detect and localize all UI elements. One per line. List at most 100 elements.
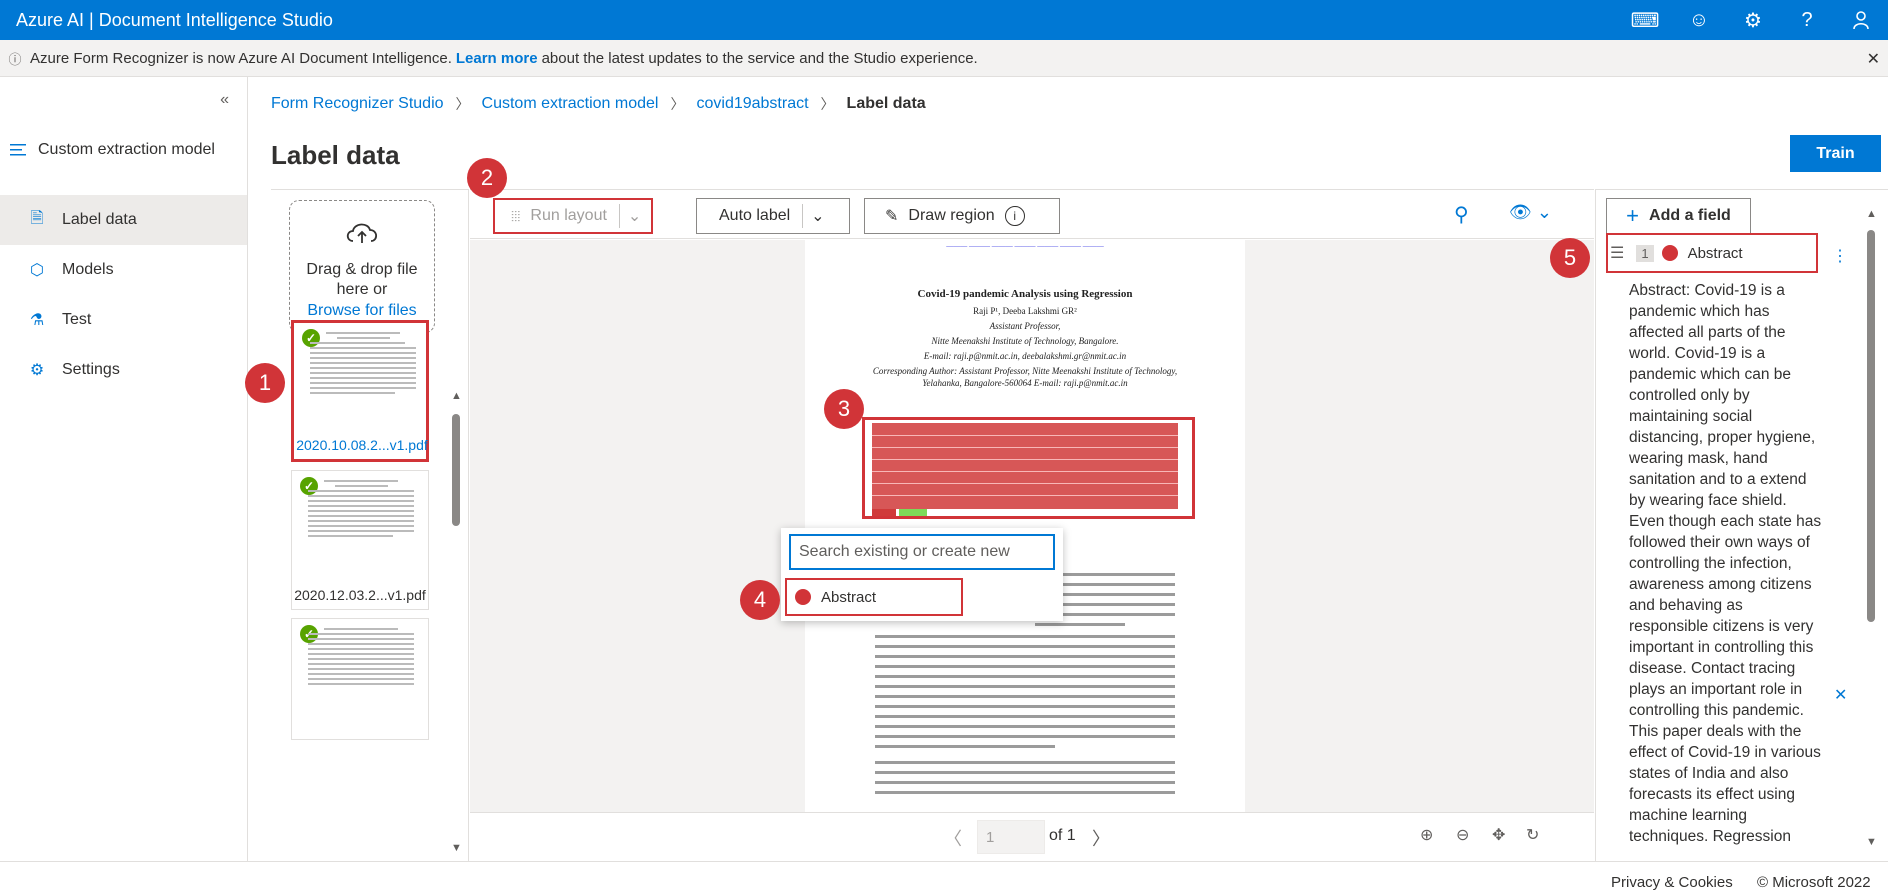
train-button[interactable]: Train <box>1790 135 1881 172</box>
field-color-dot[interactable] <box>1661 245 1678 261</box>
add-field-button[interactable]: + Add a field <box>1606 198 1751 234</box>
banner-text: Azure Form Recognizer is now Azure AI Do… <box>30 49 452 67</box>
page-title: Label data <box>271 140 400 170</box>
draw-region-label: Draw region <box>908 207 995 224</box>
callout-badge: 1 <box>245 363 285 403</box>
nav-item-label: Test <box>62 311 92 328</box>
auto-label-label: Auto label <box>719 207 791 224</box>
field-row-abstract[interactable]: ☰ 1 Abstract <box>1606 233 1818 273</box>
scroll-up-icon[interactable]: ▲ <box>1866 208 1877 220</box>
field-value-text: Abstract: Covid-19 is a pandemic which h… <box>1629 282 1822 845</box>
nav-item-label-data[interactable]: 🗎 Label data <box>0 195 247 245</box>
file-thumbnail[interactable]: ✓ <box>291 618 429 740</box>
file-name: 2020.10.08.2...v1.pdf <box>296 437 428 453</box>
breadcrumb-current: Label data <box>846 95 926 112</box>
file-name: 2020.12.03.2...v1.pdf <box>294 587 426 603</box>
scrollbar-thumb[interactable] <box>452 414 460 526</box>
breadcrumb-model[interactable]: Custom extraction model <box>482 95 659 113</box>
close-icon[interactable]: ✕ <box>1867 49 1880 69</box>
plus-icon: + <box>1626 203 1640 228</box>
banner-text-after: about the latest updates to the service … <box>541 49 978 67</box>
privacy-link[interactable]: Privacy & Cookies <box>1611 874 1733 891</box>
settings-icon[interactable]: ⚙ <box>1726 0 1780 40</box>
left-nav: « Custom extraction model covid19abstrac… <box>0 77 248 861</box>
run-layout-label: Run layout <box>530 207 607 224</box>
chevron-down-icon[interactable]: ⌄ <box>618 204 641 228</box>
flask-icon: ⚗ <box>29 312 45 329</box>
browse-files-link[interactable]: Browse for files <box>290 302 434 320</box>
collapse-nav-icon[interactable]: « <box>220 91 229 109</box>
info-icon: ⓘ <box>8 51 22 67</box>
page-count: of 1 <box>1049 827 1076 844</box>
file-dropzone[interactable]: Drag & drop file here or Browse for file… <box>289 200 435 333</box>
doc-corresponding: Corresponding Author: Assistant Professo… <box>872 366 1178 376</box>
nav-item-settings[interactable]: ⚙ Settings <box>0 345 247 395</box>
doc-title: Covid-19 pandemic Analysis using Regress… <box>917 288 1133 300</box>
label-picker-popup: Abstract <box>781 528 1063 621</box>
document-toolbar: ⦙⦙⦙ Run layout ⌄ Auto label ⌄ ✎ Draw reg… <box>470 189 1594 239</box>
doc-emails: E-mail: raji.p@nmit.ac.in, deebalakshmi.… <box>923 351 1127 361</box>
file-thumbnail[interactable]: ✓ 2020.12.03.2...v1.pdf <box>291 470 429 610</box>
nav-item-label: Label data <box>62 211 137 228</box>
annotation-frame <box>862 417 1195 519</box>
chevron-down-icon[interactable]: ⌄ <box>802 204 825 228</box>
file-thumbnail[interactable]: ✓ 2020.10.08.2...v1.pdf <box>291 320 429 462</box>
scroll-down-icon[interactable]: ▼ <box>451 842 462 854</box>
page-navigator: 〈 1 of 1 〉 ⊕ ⊖ ✥ ↻ <box>470 812 1594 861</box>
help-icon[interactable]: ? <box>1780 0 1834 40</box>
run-layout-button[interactable]: ⦙⦙⦙ Run layout ⌄ <box>493 198 653 234</box>
document-page[interactable]: ——— ——— ——— ——— ——— ——— ——— Covid-19 pan… <box>805 240 1245 812</box>
callout-badge: 3 <box>824 389 864 429</box>
footer: Privacy & Cookies © Microsoft 2022 <box>0 861 1888 894</box>
nav-item-label: Settings <box>62 361 120 378</box>
keyboard-icon[interactable]: ⌨ <box>1618 0 1672 40</box>
model-type-label: Custom extraction model <box>38 141 215 158</box>
field-index: 1 <box>1636 244 1654 262</box>
account-icon[interactable] <box>1834 0 1888 40</box>
file-list-scrollbar[interactable]: ▲ ▼ <box>449 390 463 860</box>
previous-page-icon[interactable]: 〈 <box>944 825 962 851</box>
zoom-in-icon[interactable]: ⊕ <box>1420 825 1433 845</box>
cube-icon: ⬡ <box>30 262 44 279</box>
label-color-dot <box>795 589 811 605</box>
doc-address: Yelahanka, Bangalore-560064 E-mail: raji… <box>922 378 1128 388</box>
feedback-icon[interactable]: ☺ <box>1672 0 1726 40</box>
more-options-icon[interactable]: ⋮ <box>1832 246 1848 266</box>
dropzone-text: Drag & drop file here or <box>306 261 418 298</box>
info-icon[interactable]: i <box>1004 206 1025 226</box>
learn-more-link[interactable]: Learn more <box>456 50 538 67</box>
rotate-icon[interactable]: ↻ <box>1526 825 1539 845</box>
label-option-text: Abstract <box>821 588 877 606</box>
document-viewer[interactable]: ——— ——— ——— ——— ——— ——— ——— Covid-19 pan… <box>470 240 1594 812</box>
draw-icon: ✎ <box>885 208 899 225</box>
fit-page-icon[interactable]: ✥ <box>1492 825 1505 845</box>
menu-icon <box>10 144 26 156</box>
scroll-down-icon[interactable]: ▼ <box>1866 836 1877 848</box>
nav-item-models[interactable]: ⬡ Models <box>0 245 247 295</box>
breadcrumb-project[interactable]: covid19abstract <box>696 95 808 113</box>
breadcrumb-studio[interactable]: Form Recognizer Studio <box>271 95 444 113</box>
draw-region-button[interactable]: ✎ Draw region i <box>864 198 1060 234</box>
drag-handle-icon[interactable]: ☰ <box>1610 243 1624 263</box>
file-panel: Drag & drop file here or Browse for file… <box>271 189 469 861</box>
scroll-up-icon[interactable]: ▲ <box>451 390 462 402</box>
zoom-out-icon[interactable]: ⊖ <box>1456 825 1469 845</box>
fields-scrollbar[interactable]: ▲ ▼ <box>1864 208 1878 853</box>
scrollbar-thumb[interactable] <box>1867 230 1875 622</box>
settings-icon: ⚙ <box>29 362 45 379</box>
nav-item-test[interactable]: ⚗ Test <box>0 295 247 345</box>
nav-item-label: Models <box>62 261 114 278</box>
search-icon[interactable]: ⚲ <box>1454 202 1469 227</box>
page-number-input[interactable]: 1 <box>977 820 1045 854</box>
model-type[interactable]: Custom extraction model <box>10 141 215 159</box>
copyright: © Microsoft 2022 <box>1757 874 1871 891</box>
auto-label-button[interactable]: Auto label ⌄ <box>696 198 850 234</box>
label-option-abstract[interactable]: Abstract <box>785 578 963 616</box>
cloud-upload-icon <box>290 219 434 252</box>
clear-value-icon[interactable]: ✕ <box>1834 685 1847 705</box>
eye-icon[interactable]: 👁 ⌄ <box>1509 202 1552 223</box>
next-page-icon[interactable]: 〉 <box>1092 825 1110 851</box>
document-preview <box>308 477 414 540</box>
label-search-input[interactable] <box>789 534 1055 570</box>
doc-institute: Nitte Meenakshi Institute of Technology,… <box>931 336 1119 346</box>
